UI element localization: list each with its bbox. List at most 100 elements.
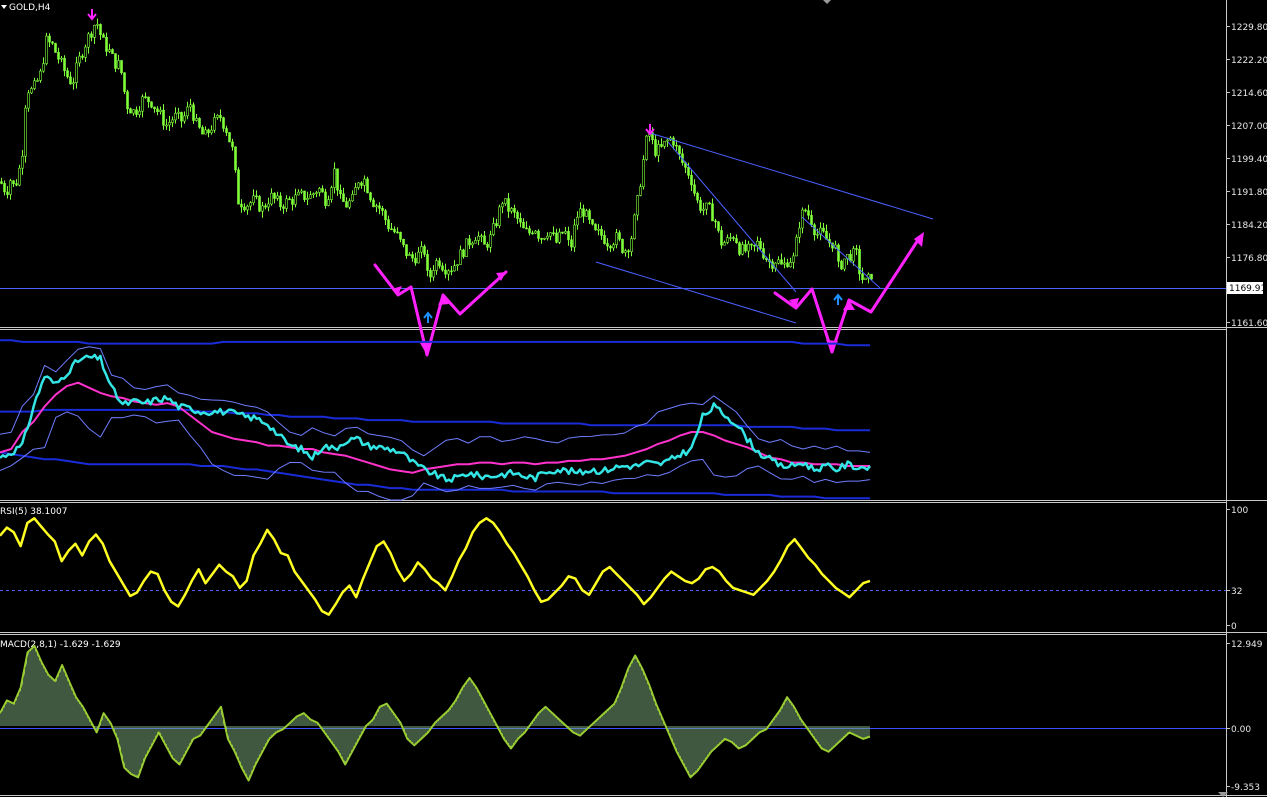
candle-body (384, 210, 387, 221)
candle-body (156, 108, 159, 113)
candle-body (441, 265, 444, 271)
svg-text:100: 100 (1231, 506, 1248, 516)
candle-body (123, 72, 126, 92)
candle-body (615, 232, 618, 245)
candle-body (315, 192, 318, 194)
candle-body (453, 265, 456, 272)
candle-body (219, 115, 222, 119)
candle-body (498, 206, 501, 226)
candle-body (195, 118, 198, 121)
candle-body (792, 255, 795, 263)
candle-body (87, 33, 90, 48)
candle-body (549, 232, 552, 237)
candle-body (111, 49, 114, 54)
candle-body (99, 24, 102, 35)
candle-body (381, 208, 384, 212)
candle-body (282, 206, 285, 209)
candle-body (543, 238, 546, 240)
candle-body (231, 141, 234, 148)
candle-body (330, 187, 333, 201)
candle-body (822, 227, 825, 232)
candle-body (594, 223, 597, 231)
price-tick: 1161.60 (1226, 319, 1267, 329)
candle-body (429, 270, 432, 278)
candle-body (183, 115, 186, 122)
candle-body (153, 106, 156, 110)
candle-body (201, 127, 204, 135)
candle-body (654, 139, 657, 156)
candle-body (297, 191, 300, 196)
candle-body (69, 76, 72, 85)
candle-body (240, 203, 243, 208)
candle-body (723, 242, 726, 246)
candle-body (171, 119, 174, 123)
candle-body (72, 82, 75, 85)
candle-body (186, 106, 189, 117)
candle-body (534, 230, 537, 234)
candle-body (405, 244, 408, 257)
candle-body (249, 202, 252, 207)
candle-body (225, 128, 228, 133)
candle-body (750, 243, 753, 246)
candle-body (360, 182, 363, 186)
macd-title: MACD(2,8,1) -1.629 -1.629 (0, 640, 121, 650)
price-tick: 1229.80 (1226, 23, 1267, 33)
candle-body (465, 238, 468, 258)
candle-body (291, 199, 294, 205)
candle-body (789, 261, 792, 268)
candle-body (744, 244, 747, 252)
candle-body (81, 55, 84, 58)
candle-body (120, 60, 123, 73)
candle-body (705, 202, 708, 210)
candle-body (162, 109, 165, 126)
candle-body (675, 144, 678, 147)
candle-body (396, 231, 399, 234)
candle-body (558, 231, 561, 243)
svg-text:1176.80: 1176.80 (1231, 254, 1267, 264)
candle-body (399, 232, 402, 240)
candle-body (855, 248, 858, 250)
candle-body (354, 187, 357, 195)
candle-body (252, 195, 255, 204)
candle-body (300, 190, 303, 193)
candle-body (486, 244, 489, 248)
candle-body (0, 181, 3, 184)
candle-body (378, 205, 381, 209)
candle-body (36, 80, 39, 82)
candle-body (870, 273, 873, 280)
candle-body (267, 203, 270, 208)
candle-body (213, 117, 216, 131)
candle-body (576, 216, 579, 226)
candle-body (279, 195, 282, 208)
svg-text:1161.60: 1161.60 (1231, 319, 1267, 329)
candle-body (798, 227, 801, 238)
candle-body (327, 199, 330, 206)
candle-body (408, 254, 411, 257)
candle-body (501, 203, 504, 208)
chart-canvas[interactable]: GOLD,H4 1229.80 1222.20 1214.60 1207.00 … (0, 0, 1267, 797)
candle-body (747, 243, 750, 252)
candle-body (444, 269, 447, 275)
candle-body (480, 235, 483, 238)
candle-body (672, 137, 675, 146)
candle-body (390, 228, 393, 231)
candle-body (159, 109, 162, 112)
candle-body (168, 122, 171, 126)
candle-body (135, 109, 138, 115)
candle-body (627, 250, 630, 253)
candle-body (720, 230, 723, 246)
candle-body (717, 221, 720, 231)
candle-body (540, 238, 543, 240)
candle-body (294, 194, 297, 205)
price-tick: 1207.00 (1226, 122, 1267, 132)
svg-text:1184.20: 1184.20 (1231, 221, 1267, 231)
candle-body (492, 223, 495, 235)
candle-body (24, 107, 27, 157)
candle-body (483, 235, 486, 245)
candle-body (210, 129, 213, 134)
candle-body (609, 245, 612, 249)
candle-body (312, 193, 315, 196)
candle-body (273, 192, 276, 199)
candle-body (54, 43, 57, 53)
candle-body (198, 118, 201, 128)
